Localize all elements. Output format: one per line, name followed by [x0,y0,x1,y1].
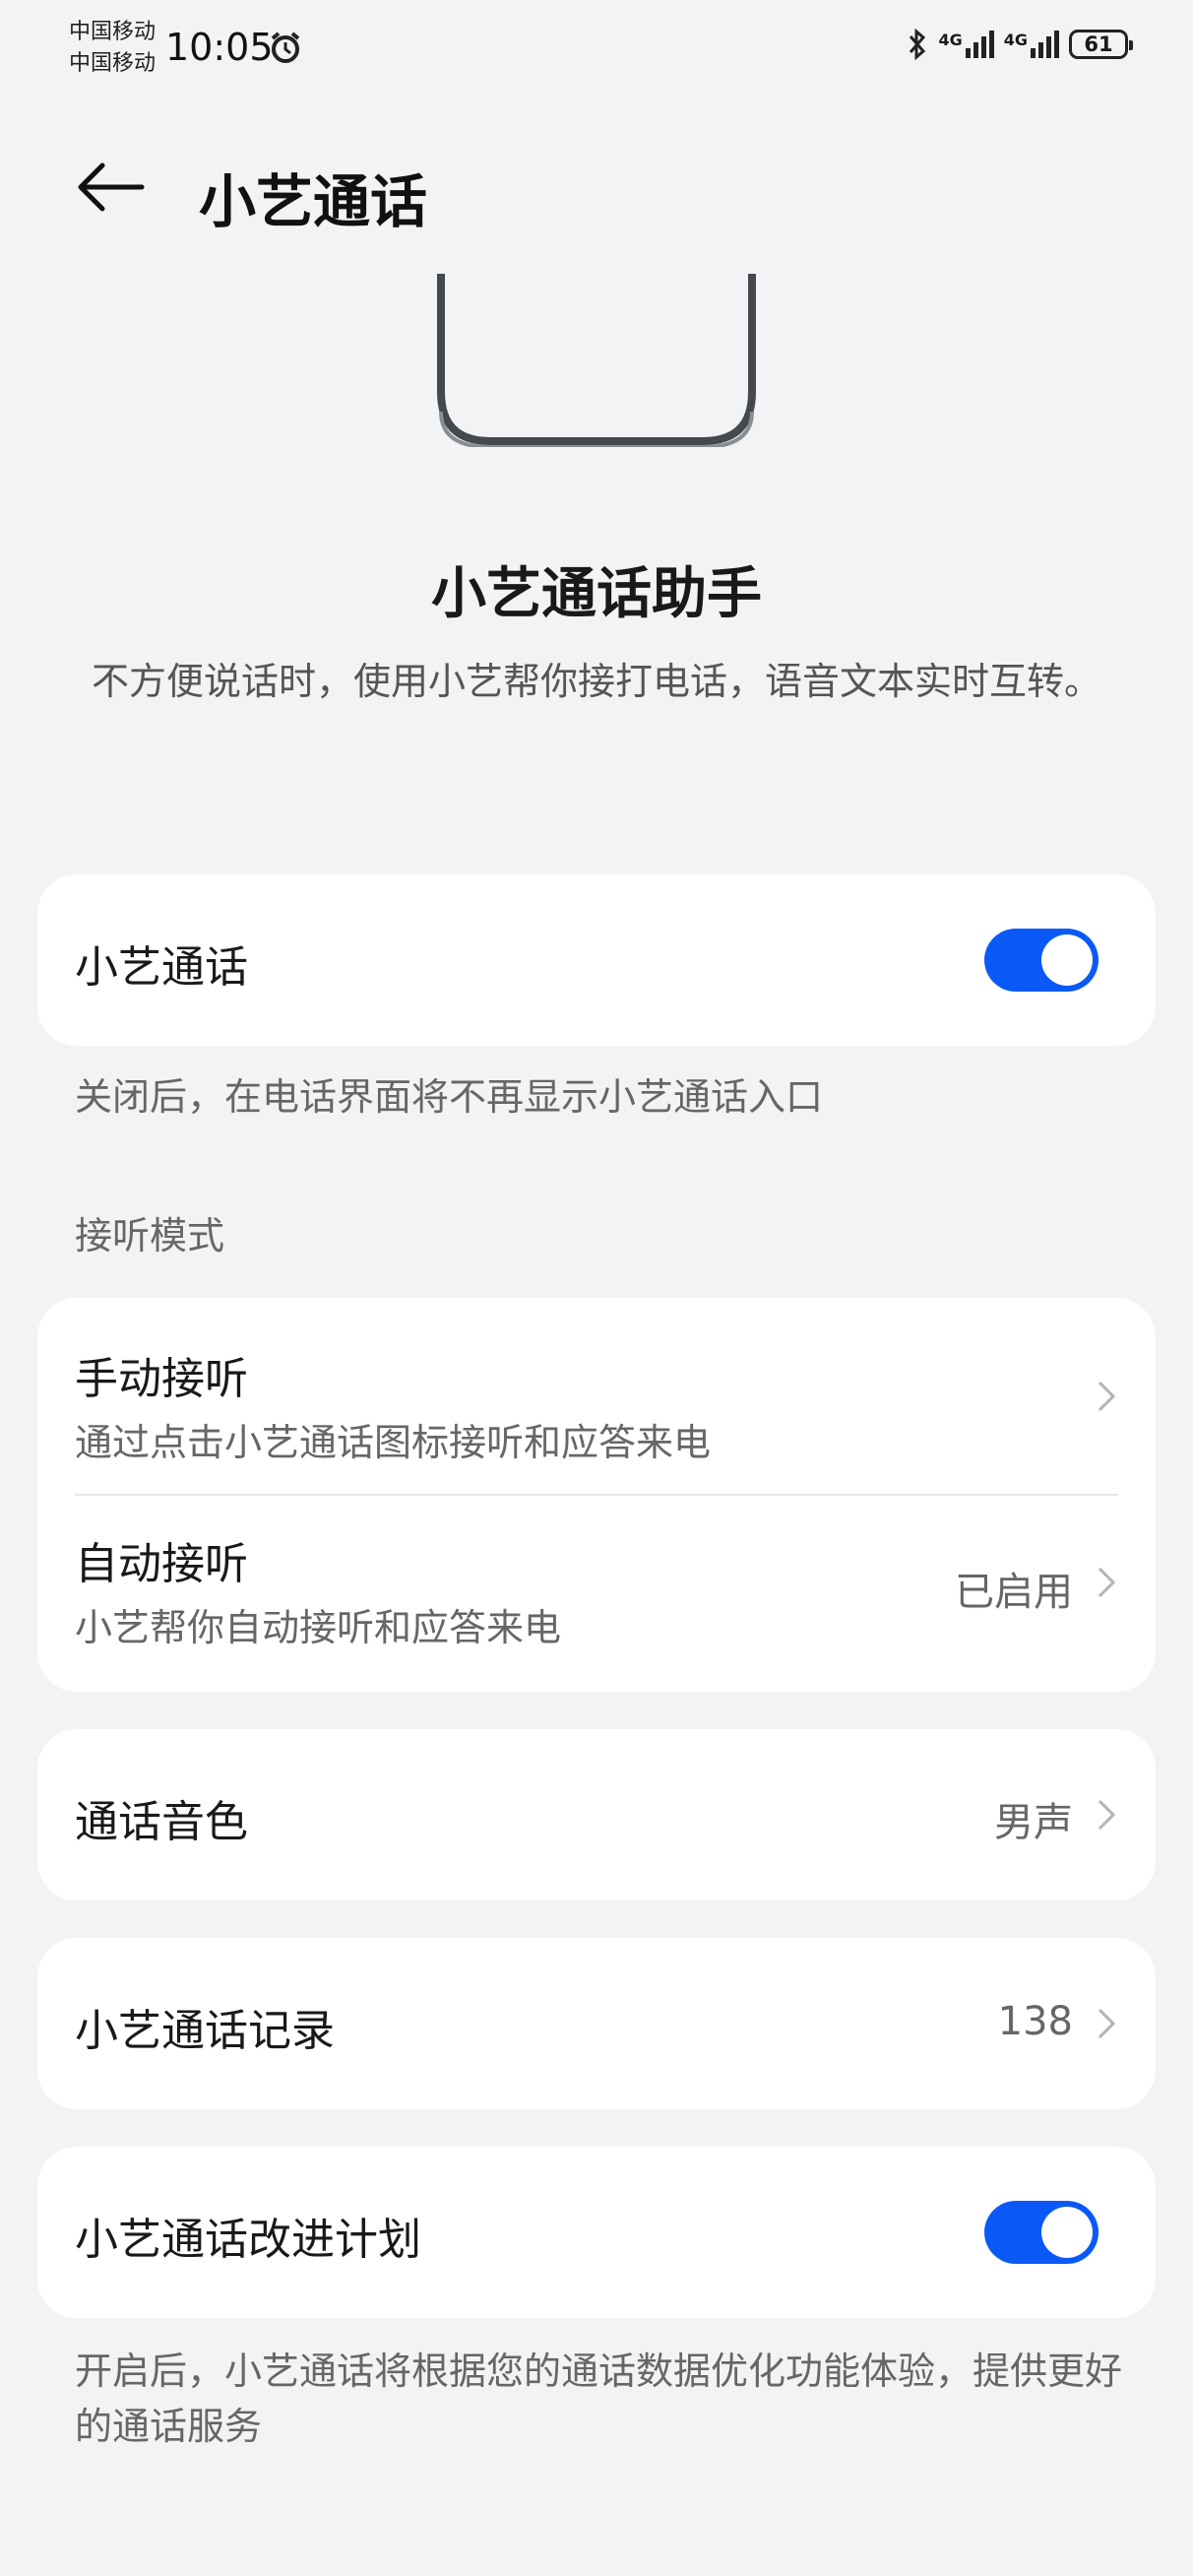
toggle-knob [1041,934,1093,986]
auto-answer-title: 自动接听 [75,1539,248,1589]
chevron-right-icon [1098,1381,1116,1412]
improvement-card: 小艺通话改进计划 [37,2147,1156,2318]
hero-description: 不方便说话时，使用小艺帮你接打电话，语音文本实时互转。 [91,660,1101,703]
chevron-right-icon [1098,1799,1116,1831]
carrier-label-1: 中国移动 [69,20,157,44]
status-icons: 4G 4G 61 [907,28,1133,61]
phone-illustration [437,274,756,447]
hero-title: 小艺通话助手 [431,562,762,626]
voice-value: 男声 [994,1800,1073,1845]
back-arrow-icon[interactable] [73,158,148,217]
carrier-label-2: 中国移动 [69,51,157,76]
auto-answer-row[interactable]: 自动接听 小艺帮你自动接听和应答来电 已启用 [37,1495,1156,1692]
top-bar: 小艺通话 [0,138,1193,236]
auto-answer-status: 已启用 [955,1570,1073,1615]
main-toggle-switch[interactable] [984,929,1099,992]
improvement-toggle-switch[interactable] [984,2201,1099,2264]
signal-icon: 4G [1004,31,1059,58]
records-row[interactable]: 小艺通话记录 138 [37,1938,1156,2109]
answer-mode-section-label: 接听模式 [75,1214,225,1257]
improvement-note: 开启后，小艺通话将根据您的通话数据优化功能体验，提供更好的通话服务 [75,2350,1123,2448]
main-toggle-note: 关闭后，在电话界面将不再显示小艺通话入口 [75,1075,824,1119]
manual-answer-row[interactable]: 手动接听 通过点击小艺通话图标接听和应答来电 [37,1298,1156,1495]
voice-card: 通话音色 男声 [37,1729,1156,1900]
status-time: 10:05 [165,26,274,69]
manual-answer-subtitle: 通过点击小艺通话图标接听和应答来电 [75,1421,712,1464]
alarm-icon [271,32,300,63]
records-card: 小艺通话记录 138 [37,1938,1156,2109]
answer-mode-card: 手动接听 通过点击小艺通话图标接听和应答来电 自动接听 小艺帮你自动接听和应答来… [37,1298,1156,1692]
battery-icon: 61 [1069,30,1133,59]
records-count: 138 [997,1999,1073,2044]
chevron-right-icon [1098,2008,1116,2039]
improvement-label: 小艺通话改进计划 [75,2215,421,2265]
manual-answer-title: 手动接听 [75,1354,248,1404]
chevron-right-icon [1098,1567,1116,1598]
status-bar: 中国移动 中国移动 10:05 4G 4G 61 [0,0,1193,98]
toggle-knob [1041,2207,1093,2258]
bluetooth-icon [910,28,926,61]
battery-level: 61 [1084,32,1113,56]
records-title: 小艺通话记录 [75,2006,335,2056]
voice-title: 通话音色 [75,1797,248,1847]
page-title: 小艺通话 [199,168,428,235]
main-toggle-card: 小艺通话 [37,874,1156,1046]
auto-answer-subtitle: 小艺帮你自动接听和应答来电 [75,1606,562,1649]
signal-icon: 4G [938,31,994,58]
voice-row[interactable]: 通话音色 男声 [37,1729,1156,1900]
main-toggle-label: 小艺通话 [75,942,248,993]
